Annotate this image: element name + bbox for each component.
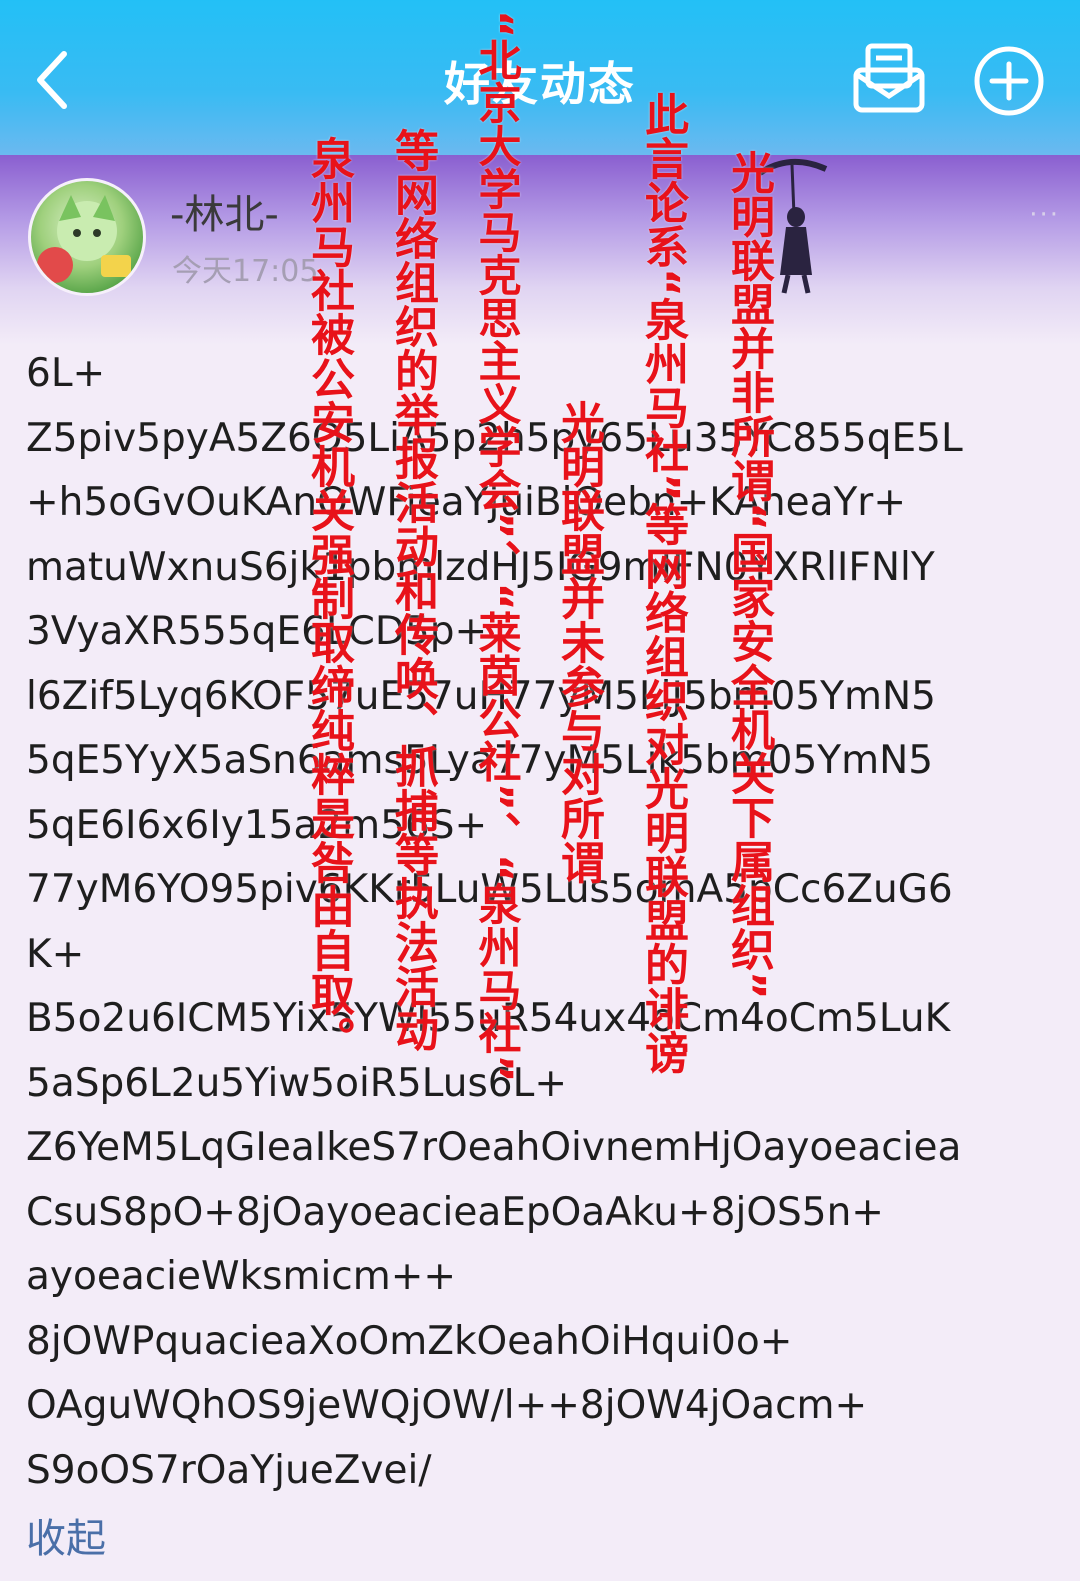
overlay-text-column: 等网络组织的举报活动和传唤、抓捕等执法活动 — [387, 128, 438, 1052]
post-line: Z5piv5pyA5Z6O5LiA5p2h5py65Lu35YC855qE5L — [26, 415, 963, 461]
post-line: l6Zif5Lyq6KOF57uE57uH77yM5LiJ5bm05YmN5 — [26, 673, 936, 719]
post-line: 5qE5YyX5aSn6ams5Lya77yM5Lik5bm05YmN5 — [26, 738, 934, 783]
top-bar: 好友动态 — [0, 0, 1080, 155]
post-line: 3VyaXR555qE6LCD5p+ — [26, 609, 488, 654]
post-line: 6L+ — [26, 351, 106, 396]
plus-circle-icon — [974, 46, 1044, 116]
post-line: Z6YeM5LqGIeaIkeS7rOeahOivnemHjOayoeaciea — [26, 1125, 962, 1170]
overlay-text-column: “北京大学马克思主义学会”、“莱茵公社”、“泉州马社” — [471, 10, 521, 1083]
profile-banner: ··· — [0, 155, 1080, 345]
overlay-text-column: 光明联盟并非所谓“国家安全机关下属组织” — [723, 150, 774, 1000]
messages-button[interactable] — [852, 40, 928, 116]
add-post-button[interactable] — [972, 44, 1046, 118]
post-timestamp: 今天17:05 — [172, 254, 319, 289]
post-line: matuWxnuS6jk1pbmlzdHJ5IG9mIFN0YXRlIFNlY — [26, 544, 935, 590]
avatar-image — [37, 195, 131, 283]
post-line: 8jOWPquacieaXoOmZkOeahOiHqui0o+ — [26, 1318, 793, 1364]
post-line: K+ — [26, 931, 85, 977]
mail-icon — [853, 43, 925, 113]
overlay-text-column: 此言论系“泉州马社”等网络组织对光明联盟的诽谤 — [637, 92, 688, 1074]
collapse-link[interactable]: 收起 — [26, 1506, 106, 1564]
post-line: OAguWQhOS9jeWQjOW/l++8jOW4jOacm+ — [26, 1383, 868, 1428]
post-content: 6L+ Z5piv5pyA5Z6O5LiA5p2h5py65Lu35YC855q… — [26, 342, 1056, 1503]
post-line: 5qE6I6x6Iy15a2m56S+ — [26, 802, 488, 848]
post-line: 5aSp6L2u5Yiw5oiR5Lus6L+ — [26, 1060, 567, 1106]
post-line: CsuS8pO+8jOayoeacieaEpOaAku+8jOS5n+ — [26, 1189, 884, 1235]
avatar[interactable] — [28, 178, 146, 296]
more-icon[interactable]: ··· — [1029, 200, 1060, 230]
overlay-text-column: 光明联盟并未参与对所谓 — [553, 400, 604, 884]
post-line: ayoeacieWksmicm++ — [26, 1254, 457, 1299]
post-line: B5o2u6ICM5Yix5YWl55uR54ux4oCm4oCm5LuK — [26, 996, 951, 1041]
overlay-text-column: 泉州马社被公安机关强制取缔纯粹是咎由自取。 — [303, 136, 354, 1060]
post-author[interactable]: -林北- — [170, 182, 279, 240]
post-line: S9oOS7rOaYjueZvei/ — [26, 1447, 432, 1493]
post-line: 77yM6YO95piv6KKr5LuW5Lus5omA5pCc6ZuG6 — [26, 867, 953, 912]
post-line: +h5oGvOuKAnOWFieaYjuiBlOebn+KAneaYr+ — [26, 480, 907, 525]
